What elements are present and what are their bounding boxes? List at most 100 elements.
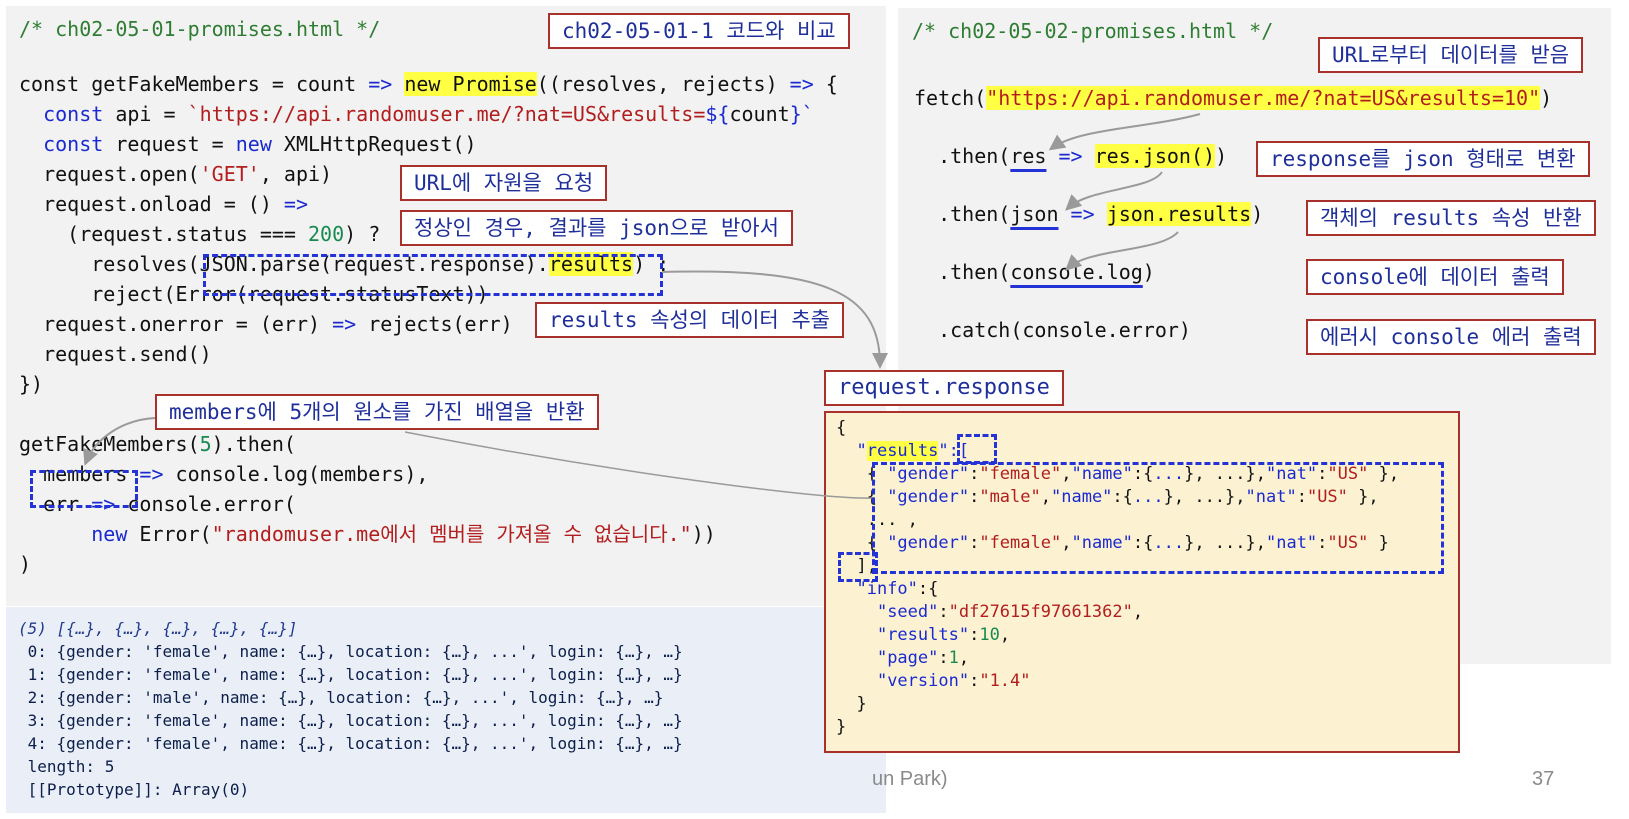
response-json-line: } (836, 693, 867, 715)
code-token: , (958, 648, 970, 668)
response-json-line: "results":[ (836, 440, 969, 462)
code-token: console.log (1010, 260, 1143, 284)
code-token: getFakeMembers( (19, 432, 200, 456)
left-code-line: const request = new XMLHttpRequest() (19, 132, 477, 156)
code-token: new (235, 132, 272, 156)
right-code-line: .catch(console.error) (914, 318, 1191, 342)
code-token: res (1010, 144, 1047, 168)
annotation-console-out: console에 데이터 출력 (1306, 259, 1564, 295)
code-token: => (139, 462, 164, 486)
code-token: .then( (914, 202, 1011, 226)
code-token: json.results (1106, 202, 1252, 226)
code-token: 1 (948, 648, 959, 668)
console-output-panel: (5) [{…}, {…}, {…}, {…}, {…}] 0: {gender… (6, 607, 886, 813)
response-json-line: "page":1, (836, 647, 969, 669)
code-token: { (836, 418, 847, 438)
code-token: new Promise (404, 72, 537, 96)
code-token: } (836, 694, 867, 714)
code-token: : (938, 648, 949, 668)
console-line: 3: {gender: 'female', name: {…}, locatio… (18, 711, 683, 730)
code-token: ) (19, 552, 32, 576)
code-token: ) (1215, 144, 1228, 168)
console-line: 0: {gender: 'female', name: {…}, locatio… (18, 642, 683, 661)
right-code-line: fetch("https://api.randomuser.me/?nat=US… (914, 86, 1552, 110)
code-token: Error( (127, 522, 212, 546)
left-code-line: new Error("randomuser.me에서 멤버를 가져올 수 없습니… (19, 522, 716, 546)
annotation-error-out: 에러시 console 에러 출력 (1306, 319, 1596, 355)
code-token: 200 (307, 222, 345, 246)
code-token: `https://api.randomuser.me/?nat=US&resul… (187, 102, 706, 126)
code-token: console.error( (115, 492, 296, 516)
annotation-success-json: 정상인 경우, 결과를 json으로 받아서 (400, 210, 793, 246)
code-token: request.onload = () (19, 192, 284, 216)
code-token: : (969, 671, 980, 691)
annotation-compare: ch02-05-01-1 코드와 비교 (548, 13, 850, 49)
code-token: => (1058, 144, 1083, 168)
code-token: }` (789, 102, 814, 126)
code-token: : (938, 602, 949, 622)
code-token: .catch(console.error) (914, 318, 1191, 342)
left-code-line: request.open('GET', api) (19, 162, 332, 186)
code-token: ) (1540, 86, 1553, 110)
code-token: => (1070, 202, 1095, 226)
code-token: json (1010, 202, 1059, 226)
code-token: "page" (876, 648, 939, 668)
annotation-receive-data: URL로부터 데이터를 받음 (1318, 37, 1584, 73)
left-code-line: request.onload = () => (19, 192, 308, 216)
code-token: => (789, 72, 814, 96)
code-token: rejects(err) (356, 312, 513, 336)
code-token: request.open( (19, 162, 200, 186)
code-token: ) (1142, 260, 1155, 284)
code-token: request.send() (19, 342, 212, 366)
code-token: "version" (876, 671, 970, 691)
code-token: const (43, 132, 104, 156)
response-json-line: "seed":"df27615f97661362", (836, 601, 1143, 623)
code-token: "results" (876, 625, 970, 645)
code-token: 5 (199, 432, 212, 456)
dashed-highlight-members (30, 470, 138, 508)
response-json-line: "results":10, (836, 624, 1010, 646)
console-line: 1: {gender: 'female', name: {…}, locatio… (18, 665, 683, 684)
code-token: results (866, 441, 939, 461)
code-token: )) (691, 522, 716, 546)
console-line: length: 5 (18, 757, 115, 776)
code-token: ((resolves, rejects) (536, 72, 790, 96)
code-token: "https://api.randomuser.me/?nat=US&resul… (986, 86, 1541, 110)
request-response-label: request.response (824, 370, 1064, 406)
code-token: request = (103, 132, 236, 156)
code-token: :{ (917, 579, 939, 599)
response-json-line: } (836, 716, 846, 738)
console-line: 2: {gender: 'male', name: {…}, location:… (18, 688, 664, 707)
right-code-line: .then(console.log) (914, 260, 1155, 284)
code-token: "seed" (876, 602, 939, 622)
response-json-line: "version":"1.4" (836, 670, 1031, 692)
code-token: { (813, 72, 838, 96)
console-line: 4: {gender: 'female', name: {…}, locatio… (18, 734, 683, 753)
code-token: ) (1251, 202, 1264, 226)
code-token: .then( (914, 144, 1011, 168)
code-token: }) (19, 372, 44, 396)
console-line: [[Prototype]]: Array(0) (18, 780, 250, 799)
code-token: ${ (705, 102, 730, 126)
response-json-line: { (836, 417, 846, 439)
console-header: (5) [{…}, {…}, {…}, {…}, {…}] (18, 619, 298, 638)
left-code-line: }) (19, 372, 43, 396)
code-token: "randomuser.me에서 멤버를 가져올 수 없습니다." (211, 522, 692, 546)
left-code-line: ) (19, 552, 31, 576)
annotation-url-request: URL에 자원을 요청 (400, 165, 608, 201)
code-token: request.onerror = (err) (19, 312, 333, 336)
code-token: const (43, 102, 104, 126)
left-code-line: (request.status === 200) ? (19, 222, 380, 246)
code-token: , api) (259, 162, 333, 186)
annotation-to-json: response를 json 형태로 변환 (1256, 141, 1590, 177)
code-token: res.json() (1094, 144, 1216, 168)
left-code-line: const getFakeMembers = count => new Prom… (19, 72, 838, 96)
code-token: => (332, 312, 357, 336)
